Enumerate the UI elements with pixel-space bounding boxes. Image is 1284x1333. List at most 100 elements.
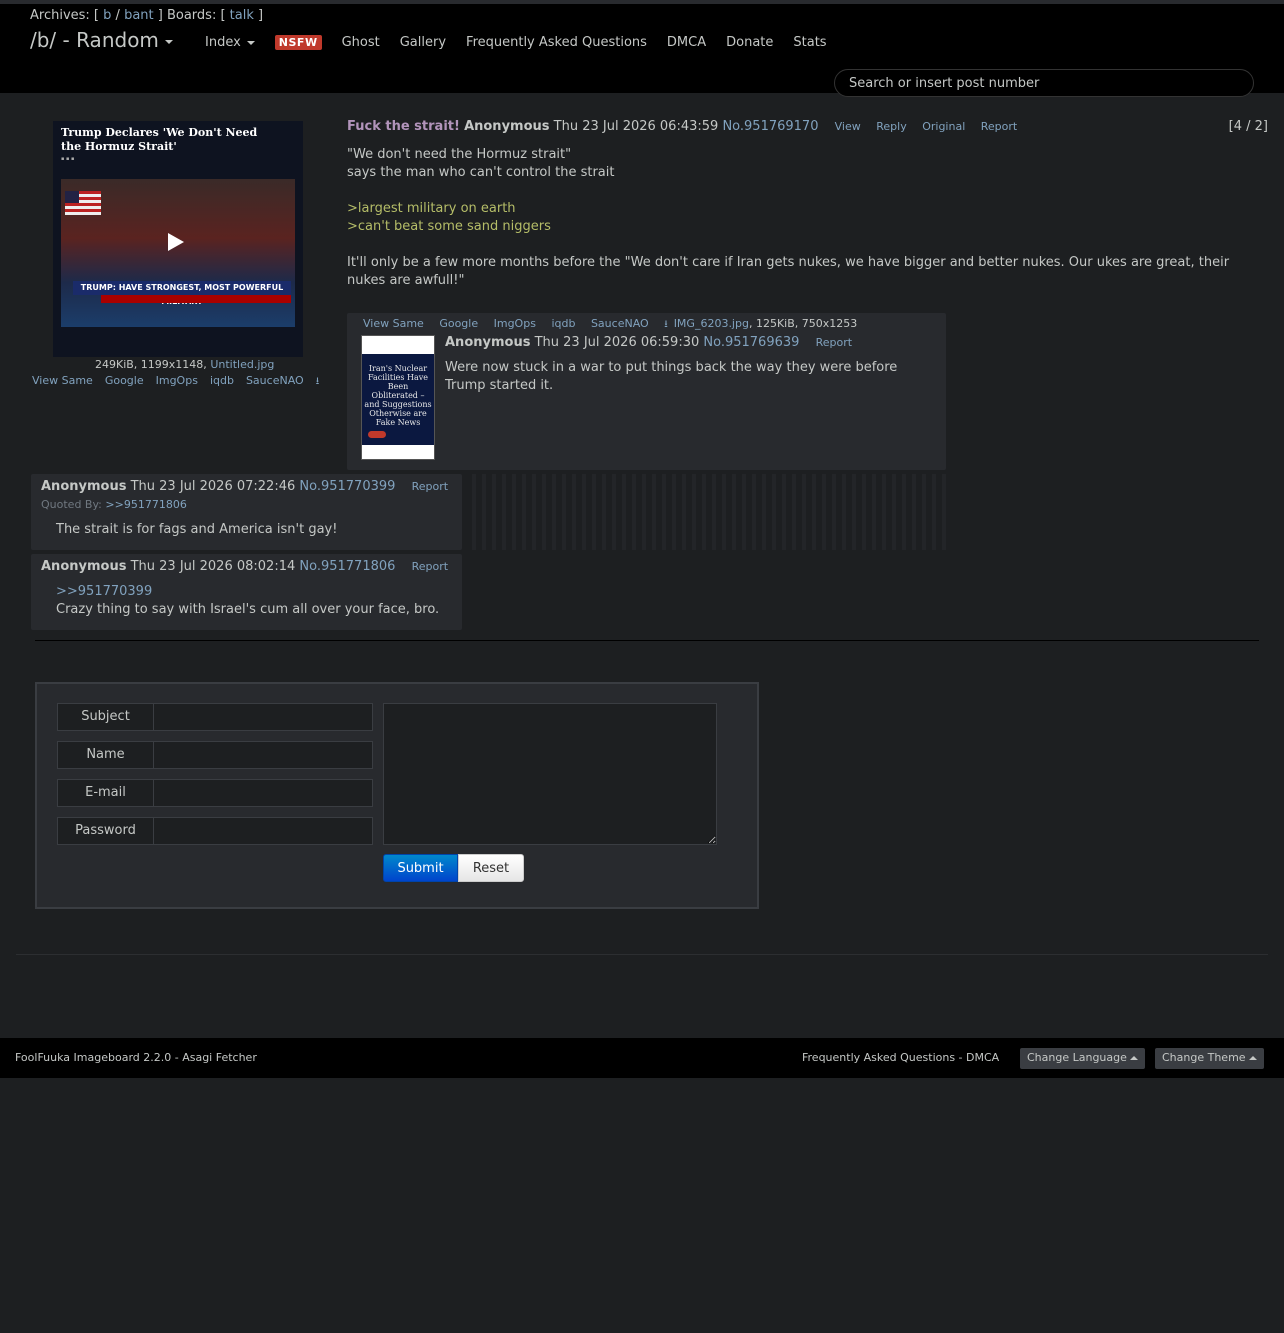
thumb-byline: ▪ ▪ ▪	[61, 156, 75, 162]
view-same-link[interactable]: View Same	[363, 317, 424, 330]
download-icon[interactable]: ⭳	[664, 319, 668, 330]
poster-name: Anonymous	[41, 559, 127, 574]
board-link-talk[interactable]: talk	[230, 8, 254, 23]
poster-name: Anonymous	[464, 119, 550, 134]
view-link[interactable]: View	[835, 120, 861, 133]
password-label: Password	[57, 817, 154, 845]
footer: FoolFuuka Imageboard 2.2.0 - Asagi Fetch…	[0, 1038, 1284, 1078]
imgops-link[interactable]: ImgOps	[156, 374, 198, 391]
nav-faq[interactable]: Frequently Asked Questions	[466, 35, 647, 50]
thread-count: [4 / 2]	[1228, 119, 1268, 134]
comment-textarea[interactable]	[383, 703, 717, 845]
chevron-up-icon	[1129, 1056, 1138, 1060]
top-bar: Archives: [ b / bant ] Boards: [ talk ] …	[0, 0, 1284, 97]
chevron-down-icon	[246, 40, 255, 45]
archive-link-bant[interactable]: bant	[124, 8, 154, 23]
report-link[interactable]: Report	[816, 336, 852, 349]
op-thumbnail[interactable]: Trump Declares 'We Don't Need the Hormuz…	[53, 121, 303, 357]
name-label: Name	[57, 741, 154, 769]
report-link[interactable]: Report	[412, 480, 448, 493]
nav-donate[interactable]: Donate	[726, 35, 773, 50]
thumb-lower-third: TRUMP: HAVE STRONGEST, MOST POWERFUL MIL…	[73, 281, 291, 306]
post-date: Thu 23 Jul 2026 08:02:14	[130, 559, 296, 574]
thumb-lower-bar	[101, 295, 291, 303]
nav-stats[interactable]: Stats	[793, 35, 826, 50]
subject-field[interactable]	[154, 703, 373, 731]
post-date: Thu 23 Jul 2026 06:59:30	[534, 335, 700, 350]
greentext: >can't beat some sand niggers	[347, 219, 551, 234]
saucenao-link[interactable]: SauceNAO	[246, 374, 304, 391]
reply-body: The strait is for fags and America isn't…	[56, 522, 338, 537]
play-icon	[168, 233, 184, 251]
original-link[interactable]: Original	[922, 120, 965, 133]
reply-file-bar: View Same Google ImgOps iqdb SauceNAO ⭳ I…	[363, 317, 858, 330]
google-link[interactable]: Google	[105, 374, 144, 391]
reply-header: Anonymous Thu 23 Jul 2026 07:22:46 No.95…	[41, 479, 448, 494]
reply-post: Anonymous Thu 23 Jul 2026 07:22:46 No.95…	[31, 474, 462, 550]
op-file-meta: 249KiB, 1199x1148, Untitled.jpg	[95, 358, 275, 371]
quote-backlink[interactable]: >>951771806	[105, 498, 186, 511]
nav-index[interactable]: Index	[205, 35, 255, 50]
op-header: Fuck the strait! Anonymous Thu 23 Jul 20…	[347, 119, 1017, 134]
footer-links[interactable]: Frequently Asked Questions - DMCA	[802, 1051, 999, 1064]
reply-body: Were now stuck in a war to put things ba…	[445, 360, 898, 393]
footer-version: FoolFuuka Imageboard 2.2.0 - Asagi Fetch…	[15, 1051, 257, 1064]
poster-name: Anonymous	[445, 335, 531, 350]
chevron-down-icon	[164, 39, 173, 44]
iqdb-link[interactable]: iqdb	[210, 374, 234, 391]
background-stripes	[466, 474, 946, 550]
imgops-link[interactable]: ImgOps	[494, 317, 536, 330]
archives-bar: Archives: [ b / bant ] Boards: [ talk ]	[30, 8, 264, 23]
chevron-up-icon	[1248, 1056, 1257, 1060]
email-field[interactable]	[154, 779, 373, 807]
poster-name: Anonymous	[41, 479, 127, 494]
reply-post: View Same Google ImgOps iqdb SauceNAO ⭳ I…	[347, 313, 946, 470]
subject-label: Subject	[57, 703, 154, 731]
post-number[interactable]: No.951769639	[703, 335, 799, 350]
reply-post: Anonymous Thu 23 Jul 2026 08:02:14 No.95…	[31, 554, 462, 630]
op-filename-link[interactable]: Untitled.jpg	[210, 358, 274, 371]
nav-ghost[interactable]: Ghost	[342, 35, 380, 50]
post-subject: Fuck the strait!	[347, 119, 460, 134]
post-form: Subject Name E-mail Password Submit Rese…	[35, 682, 759, 909]
reply-header: Anonymous Thu 23 Jul 2026 06:59:30 No.95…	[445, 335, 852, 350]
reply-filename-link[interactable]: IMG_6203.jpg	[674, 317, 749, 330]
reply-link[interactable]: Reply	[876, 120, 906, 133]
change-language-button[interactable]: Change Language	[1020, 1048, 1145, 1069]
greentext: >largest military on earth	[347, 201, 516, 216]
download-icon[interactable]: ⭳	[316, 374, 320, 391]
reply-header: Anonymous Thu 23 Jul 2026 08:02:14 No.95…	[41, 559, 448, 574]
reply-body: >>951770399 Crazy thing to say with Isra…	[56, 583, 440, 617]
reset-button[interactable]: Reset	[458, 854, 524, 882]
post-date: Thu 23 Jul 2026 07:22:46	[130, 479, 296, 494]
quote-link[interactable]: >>951770399	[56, 583, 439, 601]
divider	[35, 640, 1259, 641]
main-nav: Index NSFW Ghost Gallery Frequently Aske…	[205, 35, 847, 50]
view-same-link[interactable]: View Same	[32, 374, 93, 391]
change-theme-button[interactable]: Change Theme	[1155, 1048, 1264, 1069]
email-label: E-mail	[57, 779, 154, 807]
report-link[interactable]: Report	[412, 560, 448, 573]
saucenao-link[interactable]: SauceNAO	[591, 317, 649, 330]
nav-gallery[interactable]: Gallery	[400, 35, 446, 50]
divider	[16, 954, 1268, 955]
iqdb-link[interactable]: iqdb	[551, 317, 575, 330]
password-field[interactable]	[154, 817, 373, 845]
post-number[interactable]: No.951771806	[299, 559, 395, 574]
post-number[interactable]: No.951769170	[722, 119, 818, 134]
name-field[interactable]	[154, 741, 373, 769]
submit-button[interactable]: Submit	[383, 854, 458, 882]
thumb-video-frame: TRUMP: HAVE STRONGEST, MOST POWERFUL MIL…	[61, 179, 295, 327]
report-link[interactable]: Report	[981, 120, 1017, 133]
search-input[interactable]	[834, 69, 1254, 97]
google-link[interactable]: Google	[439, 317, 478, 330]
reply-thumbnail[interactable]: Iran's Nuclear Facilities Have Been Obli…	[361, 335, 435, 460]
nav-dmca[interactable]: DMCA	[667, 35, 706, 50]
thumb-headline: Trump Declares 'We Don't Need the Hormuz…	[61, 126, 258, 153]
op-file-links: View Same Google ImgOps iqdb SauceNAO ⭳	[32, 374, 331, 391]
flag-icon	[65, 191, 101, 215]
nsfw-badge: NSFW	[274, 35, 322, 50]
post-number[interactable]: No.951770399	[299, 479, 395, 494]
board-title-dropdown[interactable]: /b/ - Random	[30, 28, 173, 52]
op-body: "We don't need the Hormuz strait" says t…	[347, 146, 1247, 290]
